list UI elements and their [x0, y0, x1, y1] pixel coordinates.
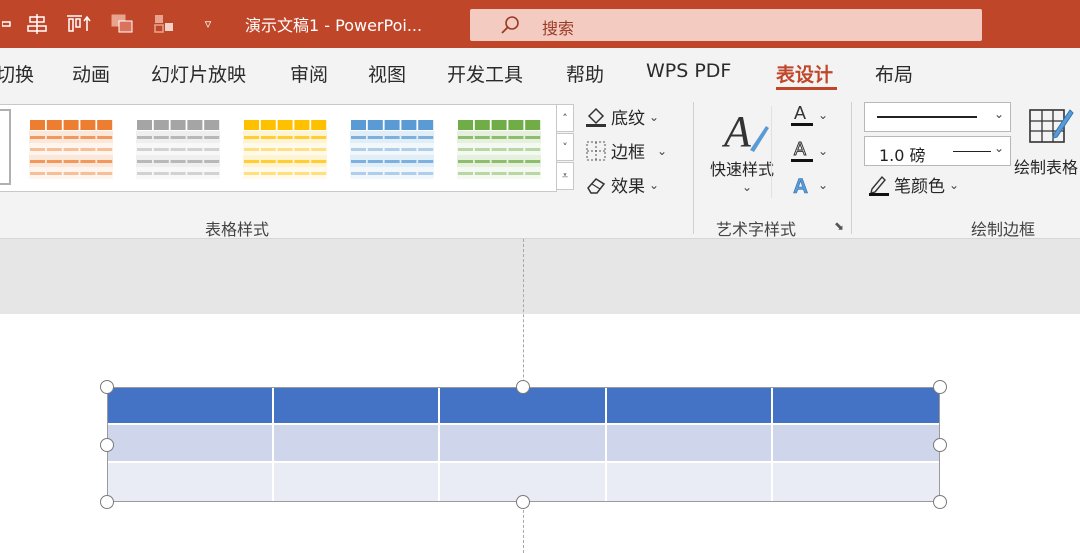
chevron-down-icon: ⌄: [818, 108, 829, 122]
align-icon[interactable]: [26, 10, 48, 38]
pen-style-dropdown[interactable]: ⌄: [864, 102, 1011, 132]
selected-style-thumb[interactable]: [0, 109, 11, 185]
draw-table-button[interactable]: 绘制表格: [1014, 102, 1080, 182]
tab-animations[interactable]: 动画: [72, 60, 110, 87]
layout-icon[interactable]: [0, 10, 14, 38]
wordart-a-brush-icon: A: [722, 107, 769, 156]
distribute-icon[interactable]: [66, 10, 92, 38]
tab-layout[interactable]: 布局: [875, 60, 913, 87]
tab-slideshow[interactable]: 幻灯片放映: [151, 60, 246, 87]
group-label-draw-borders: 绘制边框: [971, 220, 1036, 239]
group-icon[interactable]: [152, 10, 180, 38]
effects-button[interactable]: 效果 ⌄: [585, 172, 659, 197]
tab-review[interactable]: 审阅: [290, 60, 328, 87]
effects-label: 效果: [611, 177, 645, 197]
table-style-thumb[interactable]: [457, 119, 541, 181]
pen-color-label: 笔颜色: [894, 177, 945, 197]
table-selection-frame: [107, 387, 940, 502]
search-input[interactable]: 搜索: [470, 9, 982, 41]
customize-dropdown-icon[interactable]: ▿: [198, 10, 218, 38]
borders-button[interactable]: 边框 ⌄: [585, 138, 667, 163]
pen-color-button[interactable]: 笔颜色 ⌄: [868, 172, 959, 197]
ribbon-tabs: 切换 动画 幻灯片放映 审阅 视图 开发工具 帮助 WPS PDF 表设计 布局: [0, 48, 1080, 96]
svg-text:A: A: [793, 175, 808, 198]
pen-icon: [869, 175, 889, 196]
divider: [771, 106, 772, 198]
resize-handle-right[interactable]: [933, 438, 947, 452]
chevron-down-icon: ⌄: [993, 141, 1004, 155]
shading-label: 底纹: [611, 109, 645, 129]
search-placeholder: 搜索: [542, 19, 575, 38]
text-outline-icon: A: [791, 139, 813, 162]
chevron-down-icon: ⌄: [649, 109, 660, 124]
tab-wps-pdf[interactable]: WPS PDF: [646, 60, 731, 82]
chevron-down-icon: ⌄: [993, 107, 1004, 121]
title-bar: ▿ 演示文稿1 - PowerPoi... 搜索: [0, 0, 1080, 48]
pen-weight-line: [953, 151, 991, 152]
text-outline-button[interactable]: A ⌄: [790, 138, 828, 164]
gallery-more-button[interactable]: ⩡: [556, 162, 574, 190]
tab-developer[interactable]: 开发工具: [447, 60, 523, 87]
group-label-table-styles: 表格样式: [205, 220, 270, 239]
pen-weight-value: 1.0 磅: [879, 146, 926, 165]
resize-handle-bottom[interactable]: [516, 495, 530, 509]
window-title: 演示文稿1 - PowerPoi...: [245, 16, 423, 35]
chevron-down-icon: ⌄: [657, 143, 668, 158]
group-label-wordart: 艺术字样式: [716, 220, 797, 239]
table-style-thumb[interactable]: [350, 119, 434, 181]
resize-handle-top-right[interactable]: [933, 380, 947, 394]
group-divider: [693, 102, 694, 234]
table-style-thumb[interactable]: [29, 119, 113, 181]
active-tab-indicator: [776, 87, 837, 90]
arrange-icon[interactable]: [110, 10, 136, 38]
text-fill-icon: A: [791, 103, 813, 126]
ribbon-panel: ˄ ˅ ⩡ 底纹 ⌄ 边框 ⌄ 效果 ⌄ 表格样式 A 快速样式 ⌄ A ⌄ A ⌄ …: [0, 96, 1080, 239]
svg-text:A: A: [722, 107, 752, 156]
eraser-effects-icon: [587, 177, 606, 194]
draw-table-label: 绘制表格: [1014, 158, 1079, 177]
svg-text:A: A: [794, 139, 806, 159]
paint-bucket-icon: [586, 107, 606, 127]
borders-icon: [586, 141, 606, 160]
pen-style-line: [877, 116, 977, 118]
text-effects-button[interactable]: A ⌄: [790, 172, 828, 198]
chevron-down-icon: ⌄: [742, 180, 753, 194]
resize-handle-top-left[interactable]: [100, 380, 114, 394]
search-icon: [501, 16, 519, 34]
chevron-down-icon: ⌄: [818, 178, 829, 192]
gallery-scroll-up-button[interactable]: ˄: [556, 104, 574, 132]
pen-weight-dropdown[interactable]: 1.0 磅 ⌄: [864, 136, 1011, 166]
borders-label: 边框: [611, 143, 645, 163]
resize-handle-left[interactable]: [100, 438, 114, 452]
text-fill-button[interactable]: A ⌄: [790, 102, 828, 128]
resize-handle-bottom-right[interactable]: [933, 495, 947, 509]
slide-table[interactable]: [107, 387, 940, 502]
dialog-launcher-icon[interactable]: ⬊: [834, 219, 844, 233]
tab-view[interactable]: 视图: [368, 60, 406, 87]
tab-help[interactable]: 帮助: [566, 60, 604, 87]
resize-handle-top[interactable]: [516, 380, 530, 394]
chevron-down-icon: ⌄: [818, 144, 829, 158]
shading-button[interactable]: 底纹 ⌄: [585, 104, 659, 129]
draw-table-icon: [1029, 109, 1074, 143]
table-style-gallery: [0, 104, 557, 192]
group-divider: [851, 102, 852, 234]
tab-table-design[interactable]: 表设计: [776, 60, 833, 87]
quick-styles-label: 快速样式: [710, 160, 775, 179]
tab-transitions[interactable]: 切换: [0, 60, 34, 87]
table-style-thumb[interactable]: [243, 119, 327, 181]
workspace-background: [0, 239, 1080, 314]
chevron-down-icon: ⌄: [949, 177, 960, 192]
gallery-scroll-down-button[interactable]: ˅: [556, 133, 574, 161]
text-effects-icon: A: [793, 175, 809, 198]
resize-handle-bottom-left[interactable]: [100, 495, 114, 509]
chevron-down-icon: ⌄: [649, 177, 660, 192]
svg-text:A: A: [794, 103, 806, 123]
table-style-thumb[interactable]: [136, 119, 220, 181]
